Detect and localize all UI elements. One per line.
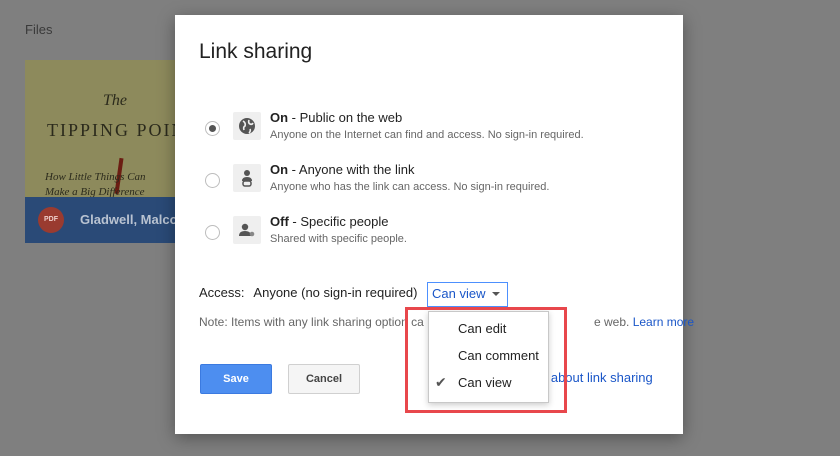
cover-subtitle: How Little Things Can Make a Big Differe… (45, 170, 146, 200)
save-button[interactable]: Save (200, 364, 272, 394)
cover-title-line1: The (103, 92, 127, 109)
radio-anyone-with-link[interactable] (205, 173, 220, 188)
access-level-value: Can view (432, 286, 486, 301)
file-card-footer: PDF Gladwell, Malcol (25, 197, 185, 243)
person-icon (233, 216, 261, 244)
caret-down-icon (492, 292, 501, 296)
option-public-on-web[interactable]: On - Public on the web Anyone on the Int… (199, 110, 669, 146)
learn-more-link[interactable]: Learn more (633, 315, 694, 329)
option-label: - Anyone with the link (288, 162, 415, 177)
access-row: Access: Anyone (no sign-in required) (199, 285, 417, 300)
option-status: Off (270, 214, 289, 229)
cover-title-line2: TIPPING POIN (47, 120, 185, 140)
radio-public-on-web[interactable] (205, 121, 220, 136)
option-description: Shared with specific people. (270, 233, 407, 245)
dialog-title: Link sharing (199, 40, 313, 63)
note-text: Note: Items with any link sharing option… (199, 315, 424, 329)
file-name: Gladwell, Malcol (80, 212, 182, 227)
option-description: Anyone who has the link can access. No s… (270, 181, 550, 193)
cancel-button[interactable]: Cancel (288, 364, 360, 394)
access-label: Access: (199, 285, 245, 300)
book-cover-thumbnail: The TIPPING POIN How Little Things Can M… (25, 60, 185, 200)
pdf-icon: PDF (38, 207, 64, 233)
access-level-select[interactable]: Can view (427, 282, 509, 307)
access-scope: Anyone (no sign-in required) (253, 285, 418, 300)
red-highlight-box (405, 307, 567, 413)
option-label: - Specific people (288, 214, 389, 229)
note-tail: e web. Learn more (594, 315, 694, 329)
file-card[interactable]: The TIPPING POIN How Little Things Can M… (25, 60, 185, 243)
option-description: Anyone on the Internet can find and acce… (270, 129, 584, 141)
option-status: On (270, 162, 289, 177)
sharing-note: Note: Items with any link sharing option… (199, 315, 694, 329)
option-status: On (270, 110, 289, 125)
radio-specific-people[interactable] (205, 225, 220, 240)
option-title: On - Anyone with the link (270, 162, 415, 177)
option-title: On - Public on the web (270, 110, 402, 125)
cover-subtitle-line1: How Little Things Can (45, 171, 146, 183)
note-tail-text: e web. (594, 315, 630, 329)
option-title: Off - Specific people (270, 214, 389, 229)
files-heading: Files (25, 22, 53, 37)
link-person-icon (233, 164, 261, 192)
option-specific-people[interactable]: Off - Specific people Shared with specif… (199, 214, 669, 250)
option-anyone-with-link[interactable]: On - Anyone with the link Anyone who has… (199, 162, 669, 198)
option-label: - Public on the web (288, 110, 403, 125)
globe-icon (233, 112, 261, 140)
